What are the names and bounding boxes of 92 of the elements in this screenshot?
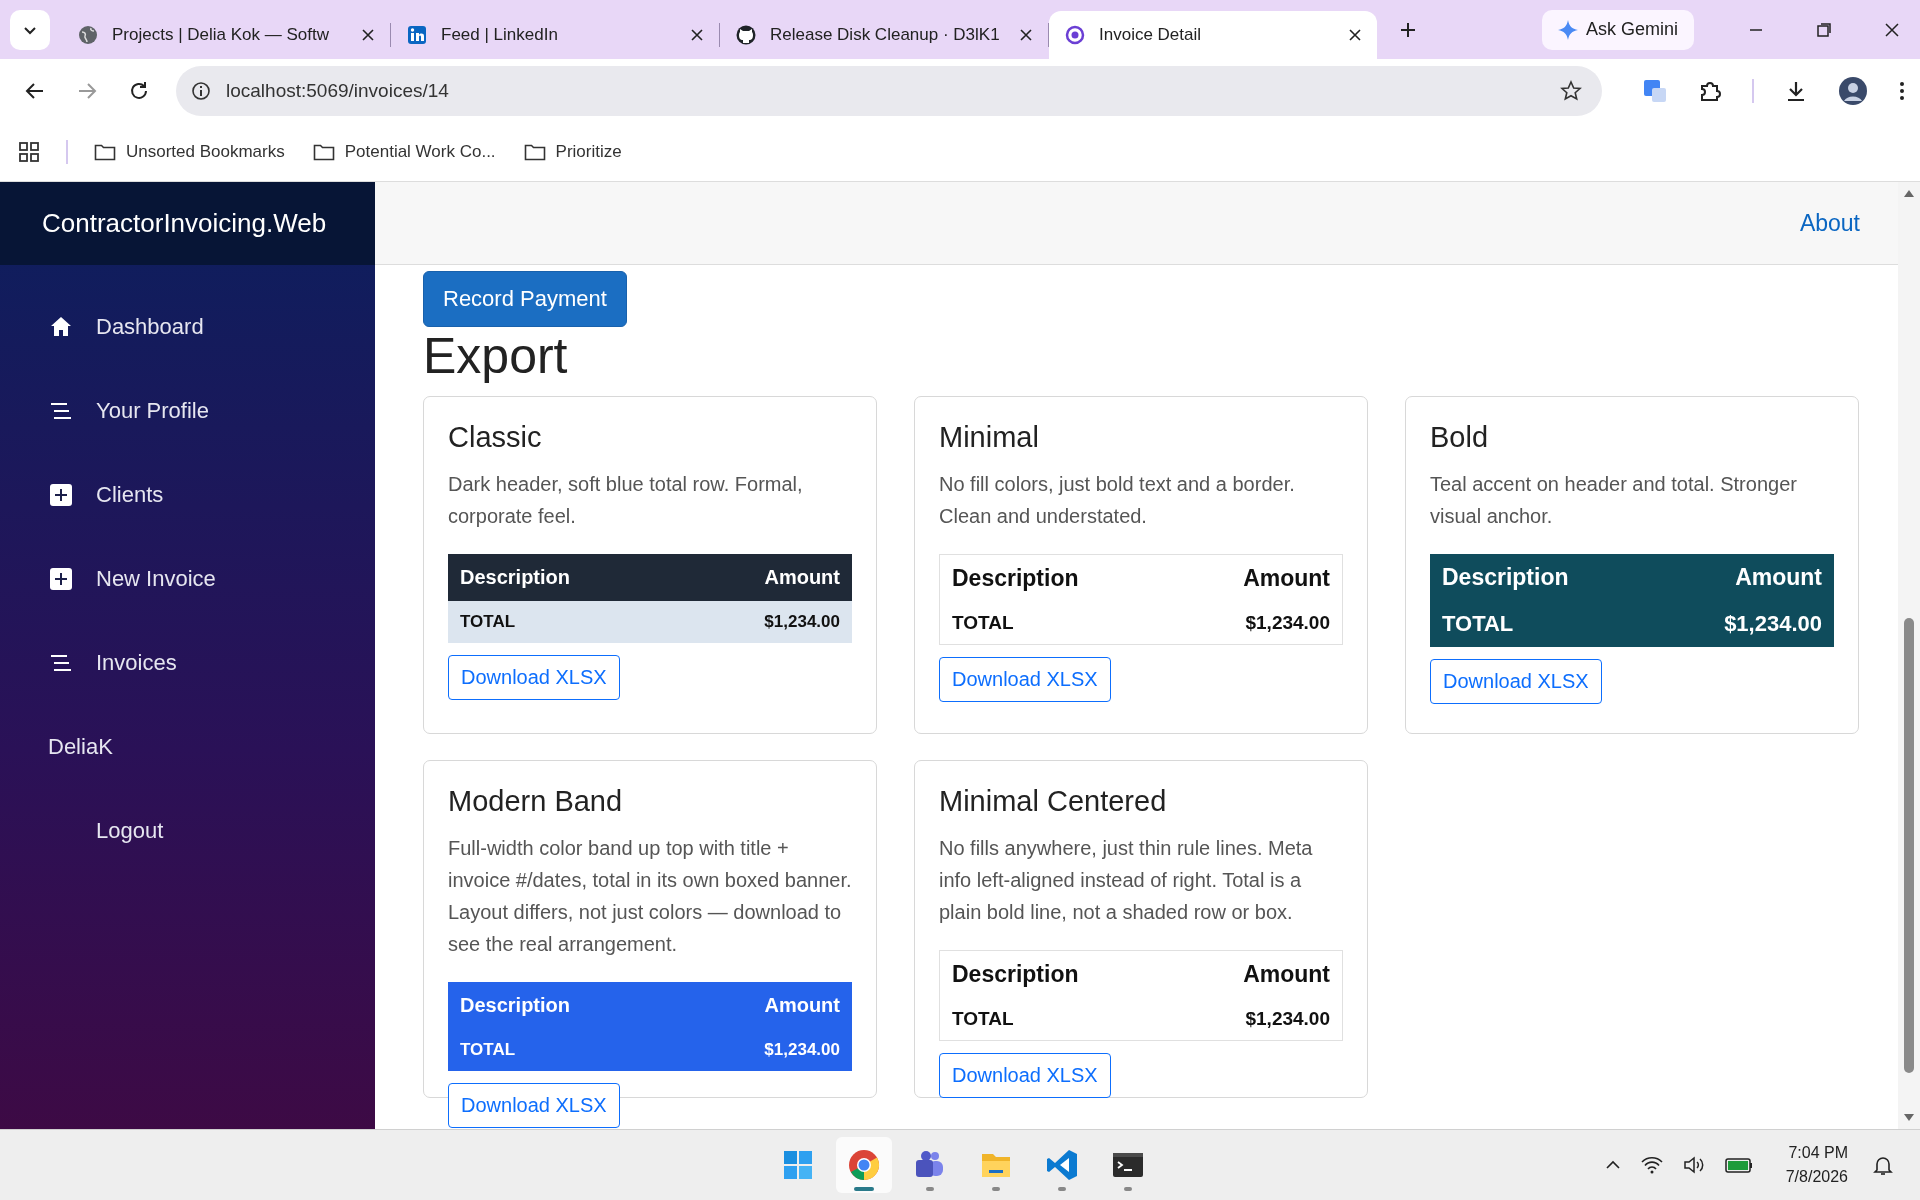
close-icon[interactable] — [1020, 29, 1032, 41]
folder-icon — [523, 142, 546, 161]
bookmark[interactable]: Prioritize — [523, 141, 622, 162]
nav-link[interactable]: Your Profile — [0, 369, 375, 453]
column-header: Amount — [1243, 961, 1330, 988]
card-description: Teal accent on header and total. Stronger visual anchor. — [1430, 472, 1798, 529]
scroll-down-icon[interactable] — [1903, 1113, 1915, 1123]
bell-icon[interactable] — [1872, 1154, 1894, 1176]
card-title: Minimal — [939, 421, 1040, 454]
plus-icon — [48, 483, 74, 507]
nav-link[interactable]: New Invoice — [0, 537, 375, 621]
section-heading: Export — [423, 327, 569, 385]
browser-tab[interactable]: Projects | Delia Kok — Softw — [62, 11, 390, 59]
download-button[interactable]: Download XLSX — [1430, 659, 1602, 704]
apps-icon[interactable] — [18, 140, 40, 163]
info-icon[interactable] — [190, 79, 212, 102]
new-tab-icon[interactable] — [1399, 20, 1417, 39]
avatar-icon[interactable] — [1838, 75, 1868, 106]
column-header: Description — [952, 961, 1079, 988]
about-link[interactable]: About — [1799, 209, 1860, 237]
nav-link[interactable]: Logout — [0, 789, 375, 873]
app-title[interactable]: ContractorInvoicing.Web — [42, 208, 327, 239]
sparkle-icon — [1557, 19, 1578, 40]
scroll-up-icon[interactable] — [1903, 188, 1915, 198]
table-cell: TOTAL — [1442, 611, 1514, 637]
table-cell: $1,234.00 — [1245, 612, 1330, 634]
plus-icon — [48, 567, 74, 591]
globe-icon — [78, 25, 98, 45]
card-title: Bold — [1430, 421, 1490, 454]
card-title: Classic — [448, 421, 543, 454]
menu-icon[interactable] — [1898, 79, 1906, 102]
table-cell: $1,234.00 — [764, 1040, 840, 1060]
volume-icon[interactable] — [1681, 1155, 1706, 1175]
nav-link[interactable]: Clients — [0, 453, 375, 537]
github-icon — [736, 25, 756, 45]
card-title: Minimal Centered — [939, 785, 1168, 818]
wifi-icon[interactable] — [1639, 1155, 1664, 1175]
battery-icon[interactable] — [1723, 1155, 1754, 1175]
browser-tab[interactable]: Feed | LinkedIn — [391, 11, 719, 59]
close-icon[interactable] — [691, 29, 703, 41]
table-cell: $1,234.00 — [764, 612, 840, 632]
table-cell: TOTAL — [460, 612, 516, 632]
user-name[interactable]: DeliaK — [0, 705, 375, 789]
download-button[interactable]: Download XLSX — [939, 1053, 1111, 1098]
card-description: No fill colors, just bold text and a border. Clean and understated. — [939, 472, 1296, 529]
start-icon — [781, 1148, 815, 1182]
column-header: Description — [460, 566, 571, 589]
column-header: Amount — [1735, 564, 1822, 591]
folder-icon — [94, 142, 116, 161]
card-title: Modern Band — [448, 785, 624, 818]
card-description: Dark header, soft blue total row. Formal, corporate feel. — [448, 472, 804, 529]
close-icon[interactable] — [362, 29, 374, 41]
bookmark[interactable]: Unsorted Bookmarks — [94, 141, 285, 162]
column-header: Amount — [764, 566, 840, 589]
bookmark[interactable]: Potential Work Co... — [312, 141, 496, 162]
linkedin-icon — [407, 25, 427, 45]
card-description: No fills anywhere, just thin rule lines. Meta info left-aligned instead of right. Total is a plain bold line, not a shaded row or box. — [939, 836, 1314, 925]
column-header: Description — [952, 565, 1079, 592]
column-header: Amount — [1243, 565, 1330, 592]
close-icon[interactable] — [1884, 21, 1900, 38]
address-bar[interactable]: localhost:5069/invoices/14 — [176, 65, 1602, 116]
browser-tab[interactable]: Invoice Detail — [1049, 11, 1377, 59]
table-cell: $1,234.00 — [1245, 1008, 1330, 1030]
star-icon[interactable] — [1560, 79, 1582, 102]
table-cell: $1,234.00 — [1724, 611, 1822, 637]
close-icon[interactable] — [1349, 29, 1361, 41]
scrollbar[interactable] — [1898, 182, 1920, 1129]
column-header: Description — [1442, 564, 1569, 591]
translate-icon[interactable] — [1642, 77, 1668, 104]
browser-tab[interactable]: Release Disk Cleanup · D3lK1 — [720, 11, 1048, 59]
folder-icon — [312, 142, 335, 161]
code-editor-icon — [1045, 1148, 1079, 1182]
column-header: Amount — [764, 994, 840, 1017]
ask-gemini-button[interactable]: Ask Gemini — [1541, 9, 1694, 50]
reload-icon[interactable] — [128, 79, 150, 102]
download-button[interactable]: Download XLSX — [939, 657, 1111, 702]
record-payment-button[interactable]: Record Payment — [423, 271, 627, 327]
clock-time[interactable]: 7:04 PM — [1788, 1141, 1848, 1165]
card-description: Full-width color band up top with title + invoice #/dates, total in its own boxed banner. Layout differs, not just colors — download to see the real arrangement. — [448, 836, 852, 957]
download-button[interactable]: Download XLSX — [448, 1083, 620, 1128]
nav-link[interactable]: Dashboard — [0, 285, 375, 369]
table-cell: TOTAL — [952, 1008, 1014, 1030]
restore-icon[interactable] — [1816, 21, 1832, 38]
scroll-thumb[interactable] — [1904, 618, 1914, 1073]
clock-date[interactable]: 7/8/2026 — [1785, 1165, 1848, 1189]
column-header: Description — [460, 994, 571, 1017]
nav-link[interactable]: Invoices — [0, 621, 375, 705]
table-cell: TOTAL — [952, 612, 1014, 634]
browser-icon — [847, 1148, 881, 1182]
download-button[interactable]: Download XLSX — [448, 655, 620, 700]
app-icon — [1065, 25, 1085, 45]
table-cell: TOTAL — [460, 1040, 516, 1060]
